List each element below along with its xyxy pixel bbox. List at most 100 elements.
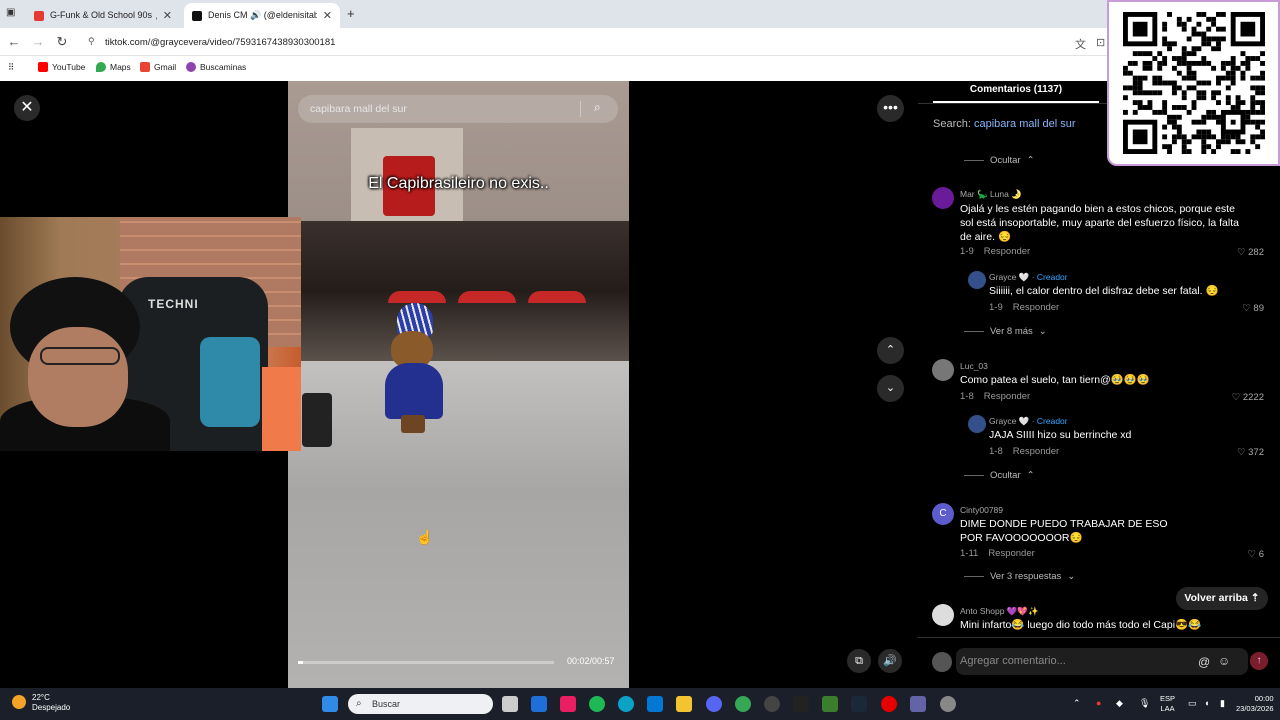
umbrella xyxy=(388,291,446,303)
mention-icon[interactable]: @ xyxy=(1198,655,1210,669)
weather-widget[interactable]: 22°C Despejado xyxy=(12,693,70,713)
tab-tiktok[interactable]: Denis CM 🔊 (@eldenisitab ✕ xyxy=(184,3,340,28)
like-count[interactable]: ♡ 89 xyxy=(1242,303,1264,314)
apps-icon[interactable]: ⠿ xyxy=(8,62,14,73)
tray-app-icon[interactable]: ◆ xyxy=(1116,698,1123,709)
spotify-icon[interactable] xyxy=(589,696,605,712)
install-icon[interactable]: ⊡ xyxy=(1096,36,1105,49)
comment-username[interactable]: Cinty00789 xyxy=(960,505,1003,515)
speaker-icon[interactable]: ◖ xyxy=(1204,698,1209,708)
file-explorer-icon[interactable] xyxy=(676,696,692,712)
search-query-link[interactable]: capibara mall del sur xyxy=(974,118,1076,130)
like-count[interactable]: ♡ 6 xyxy=(1248,549,1264,560)
tray-chevron-icon[interactable]: ⌃ xyxy=(1073,698,1081,709)
next-video-button[interactable]: ⌄ xyxy=(877,375,904,402)
volume-icon[interactable]: 🔊 xyxy=(878,649,902,673)
toggle-label: Ocultar xyxy=(990,155,1021,166)
like-count[interactable]: ♡ 2222 xyxy=(1232,392,1264,403)
tab-comments[interactable]: Comentarios (1137) xyxy=(933,81,1099,103)
teams-icon[interactable] xyxy=(910,696,926,712)
bookmark-maps[interactable]: Maps xyxy=(96,62,131,72)
view-more-replies[interactable]: Ver 8 más ⌄ xyxy=(964,326,1047,337)
reply-username[interactable]: Grayce 🤍 · Creador xyxy=(989,272,1068,283)
comment-meta: 1-8 Responder xyxy=(989,446,1059,457)
chrome-icon[interactable] xyxy=(735,696,751,712)
store-icon[interactable] xyxy=(647,696,663,712)
comment-username[interactable]: Mar 🦕 Luna 🌛 xyxy=(960,189,1022,200)
comment-date: 1-8 xyxy=(989,446,1003,457)
translate-icon[interactable]: 文 xyxy=(1075,36,1086,52)
bookmark-buscaminas[interactable]: Buscaminas xyxy=(186,62,246,72)
reply-button[interactable]: Responder xyxy=(988,548,1034,559)
avatar[interactable]: C xyxy=(932,503,954,525)
reload-button[interactable]: ↻ xyxy=(54,34,70,50)
tiktok-favicon-icon xyxy=(192,10,202,21)
likes-value: 2222 xyxy=(1242,392,1264,403)
reply-username[interactable]: Grayce 🤍 · Creador xyxy=(989,416,1068,427)
edge-icon[interactable] xyxy=(618,696,634,712)
pip-icon[interactable]: ⧉ xyxy=(847,649,871,673)
outlook-icon[interactable] xyxy=(531,696,547,712)
bookmark-gmail[interactable]: Gmail xyxy=(140,62,176,72)
comment-text: Siiiiii, el calor dentro del disfraz deb… xyxy=(989,285,1219,297)
battery-icon[interactable]: ▮ xyxy=(1220,698,1225,709)
bookmark-label: YouTube xyxy=(52,62,86,72)
taskbar-search[interactable]: ⌕ Buscar xyxy=(348,694,493,714)
app-icon[interactable] xyxy=(940,696,956,712)
video-progress-bar[interactable] xyxy=(298,661,554,664)
avatar[interactable] xyxy=(932,359,954,381)
discord-icon[interactable] xyxy=(706,696,722,712)
start-icon[interactable] xyxy=(322,696,338,712)
video-player[interactable]: capibara mall del sur ⌕ El Capibrasileir… xyxy=(288,81,629,688)
tab-gfunk[interactable]: G-Funk & Old School 90s 🎵 Sn ✕ xyxy=(26,3,180,28)
like-count[interactable]: ♡ 282 xyxy=(1237,247,1264,258)
opera-icon[interactable] xyxy=(881,696,897,712)
microphone-icon[interactable]: 🎙 xyxy=(1139,698,1150,709)
like-count[interactable]: ♡ 372 xyxy=(1237,447,1264,458)
comment-search-suggestion[interactable]: Search: capibara mall del sur xyxy=(933,118,1075,130)
search-icon[interactable]: ⌕ xyxy=(594,100,601,115)
epic-games-icon[interactable] xyxy=(793,696,809,712)
steam-icon[interactable] xyxy=(851,696,867,712)
tab-list-icon[interactable]: ▣ xyxy=(6,7,18,19)
video-search-input[interactable]: capibara mall del sur ⌕ xyxy=(298,95,618,123)
network-icon[interactable]: ▭ xyxy=(1188,698,1197,709)
hide-replies-toggle[interactable]: Ocultar ⌃ xyxy=(964,470,1035,481)
comment-text: Ojalá y les estén pagando bien a estos c… xyxy=(960,203,1239,243)
avatar[interactable] xyxy=(932,604,954,626)
tiktok-app-icon[interactable] xyxy=(560,696,576,712)
avatar[interactable] xyxy=(968,415,986,433)
previous-video-button[interactable]: ⌃ xyxy=(877,337,904,364)
reply-button[interactable]: Responder xyxy=(984,246,1030,257)
address-bar[interactable]: ⚲ tiktok.com/@graycevera/video/759316743… xyxy=(80,31,1100,53)
post-comment-button[interactable]: ↑ xyxy=(1250,652,1268,670)
forward-button[interactable]: → xyxy=(30,34,46,49)
new-tab-button[interactable]: + xyxy=(347,6,355,21)
comment-username[interactable]: Luc_03 xyxy=(960,361,988,371)
more-options-button[interactable]: ••• xyxy=(877,95,904,122)
comment-username[interactable]: Anto Shopp 💜💖✨ xyxy=(960,606,1039,617)
tray-app-icon[interactable]: ● xyxy=(1096,698,1101,708)
close-tab-icon[interactable]: ✕ xyxy=(163,9,172,22)
hand-cursor-icon: ☝ xyxy=(416,529,434,545)
avatar[interactable] xyxy=(932,187,954,209)
close-video-button[interactable]: ✕ xyxy=(14,95,40,121)
task-view-icon[interactable] xyxy=(502,696,518,712)
reply-button[interactable]: Responder xyxy=(1013,302,1059,313)
back-button[interactable]: ← xyxy=(6,34,22,49)
site-info-icon[interactable]: ⚲ xyxy=(88,36,95,47)
emoji-icon[interactable]: ☺ xyxy=(1218,654,1230,668)
obs-icon[interactable] xyxy=(764,696,780,712)
minecraft-icon[interactable] xyxy=(822,696,838,712)
close-tab-icon[interactable]: ✕ xyxy=(323,9,332,22)
toggle-label: Ver 8 más xyxy=(990,326,1033,337)
comment-item: Mar 🦕 Luna 🌛 Ojalá y les estén pagando b… xyxy=(932,187,1272,258)
reply-button[interactable]: Responder xyxy=(984,391,1030,402)
view-more-replies[interactable]: Ver 3 respuestas ⌄ xyxy=(964,571,1075,582)
avatar[interactable] xyxy=(968,271,986,289)
bookmark-youtube[interactable]: YouTube xyxy=(38,62,85,72)
clock[interactable]: 00:00 23/03/2026 xyxy=(1236,694,1274,714)
language-indicator[interactable]: ESP LAA xyxy=(1160,694,1175,714)
hide-replies-toggle[interactable]: Ocultar ⌃ xyxy=(964,155,1035,166)
reply-button[interactable]: Responder xyxy=(1013,446,1059,457)
